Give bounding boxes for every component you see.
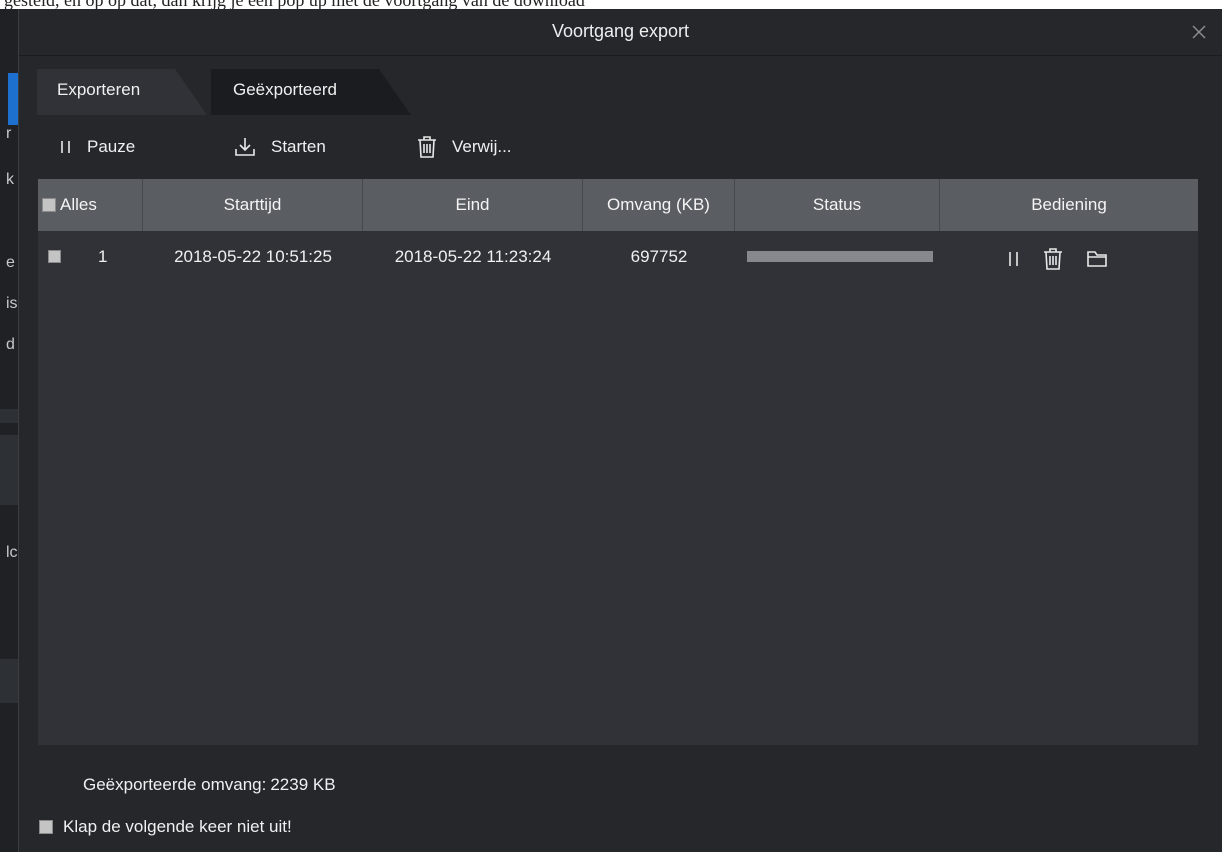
progress-bar [747,251,933,262]
row-actions-cell [940,231,1198,283]
dont-expand-label: Klap de volgende keer niet uit! [63,817,292,836]
dialog-title-bar: Voortgang export [19,9,1222,56]
close-icon[interactable] [1190,23,1208,41]
column-header-end: Eind [363,179,583,231]
row-checkbox[interactable] [48,250,61,263]
export-table: Alles Starttijd Eind Omvang (KB) Status … [38,179,1198,745]
row-end-time: 2018-05-22 11:23:24 [394,247,552,266]
start-button[interactable]: Starten [233,129,326,165]
column-header-actions: Bediening [1031,195,1107,214]
pause-button[interactable]: Pauze [59,129,135,165]
row-select-cell: 1 [38,231,143,283]
start-label: Starten [271,137,326,156]
delete-label: Verwij... [452,137,512,156]
delete-button[interactable]: Verwij... [416,129,512,165]
pause-icon [61,141,70,153]
column-header-size: Omvang (KB) [583,179,735,231]
row-start-time: 2018-05-22 10:51:25 [174,247,332,266]
export-progress-dialog: Voortgang export Exporteren Geëxporteerd… [18,9,1222,852]
background-document-text: gesteld, en op op dat, dan krijg je een … [4,0,585,9]
tab-label: Geëxporteerd [233,80,337,99]
download-icon [235,138,255,156]
background-text: is [6,295,18,312]
tab-exporteren[interactable]: Exporteren [37,69,227,115]
exported-size-summary: Geëxporteerde omvang: 2239 KB [83,775,336,795]
pause-icon[interactable] [1008,250,1020,268]
column-header-status: Status [735,179,940,231]
row-status [735,231,940,283]
dont-expand-checkbox[interactable] [39,820,53,834]
background-app: r k e is d lc [0,9,18,852]
select-all-checkbox[interactable] [42,198,56,212]
background-selection [8,73,18,125]
table-row[interactable]: 1 2018-05-22 10:51:25 2018-05-22 11:23:2… [38,231,1198,283]
background-text: d [6,336,15,353]
column-header-start: Starttijd [143,179,363,231]
tab-geexporteerd[interactable]: Geëxporteerd [211,69,411,115]
pause-label: Pauze [87,137,136,156]
background-text: e [6,254,15,271]
toolbar: Pauze Starten Verwij... [53,129,653,165]
tab-label: Exporteren [57,80,141,99]
tab-bar: Exporteren Geëxporteerd [37,69,437,115]
exported-size-label: Geëxporteerde omvang: [83,775,267,794]
trash-icon[interactable] [1042,247,1064,271]
dialog-title: Voortgang export [551,21,690,41]
background-text: r [6,125,12,142]
row-size: 697752 [630,247,688,266]
select-all-label: Alles [60,195,97,214]
trash-icon [418,136,436,158]
row-index: 1 [98,247,108,266]
progress-bar-fill [747,251,933,262]
background-document: gesteld, en op op dat, dan krijg je een … [0,0,1222,9]
dont-expand-option[interactable]: Klap de volgende keer niet uit! [39,817,292,837]
background-text: k [6,171,14,188]
select-all-column[interactable]: Alles [38,179,143,231]
background-bar [0,409,18,423]
table-header: Alles Starttijd Eind Omvang (KB) Status … [38,179,1198,231]
background-bar [0,435,18,505]
background-text: lc [6,544,18,561]
background-bar [0,659,18,703]
folder-icon[interactable] [1086,249,1108,269]
exported-size-value: 2239 KB [270,775,336,794]
